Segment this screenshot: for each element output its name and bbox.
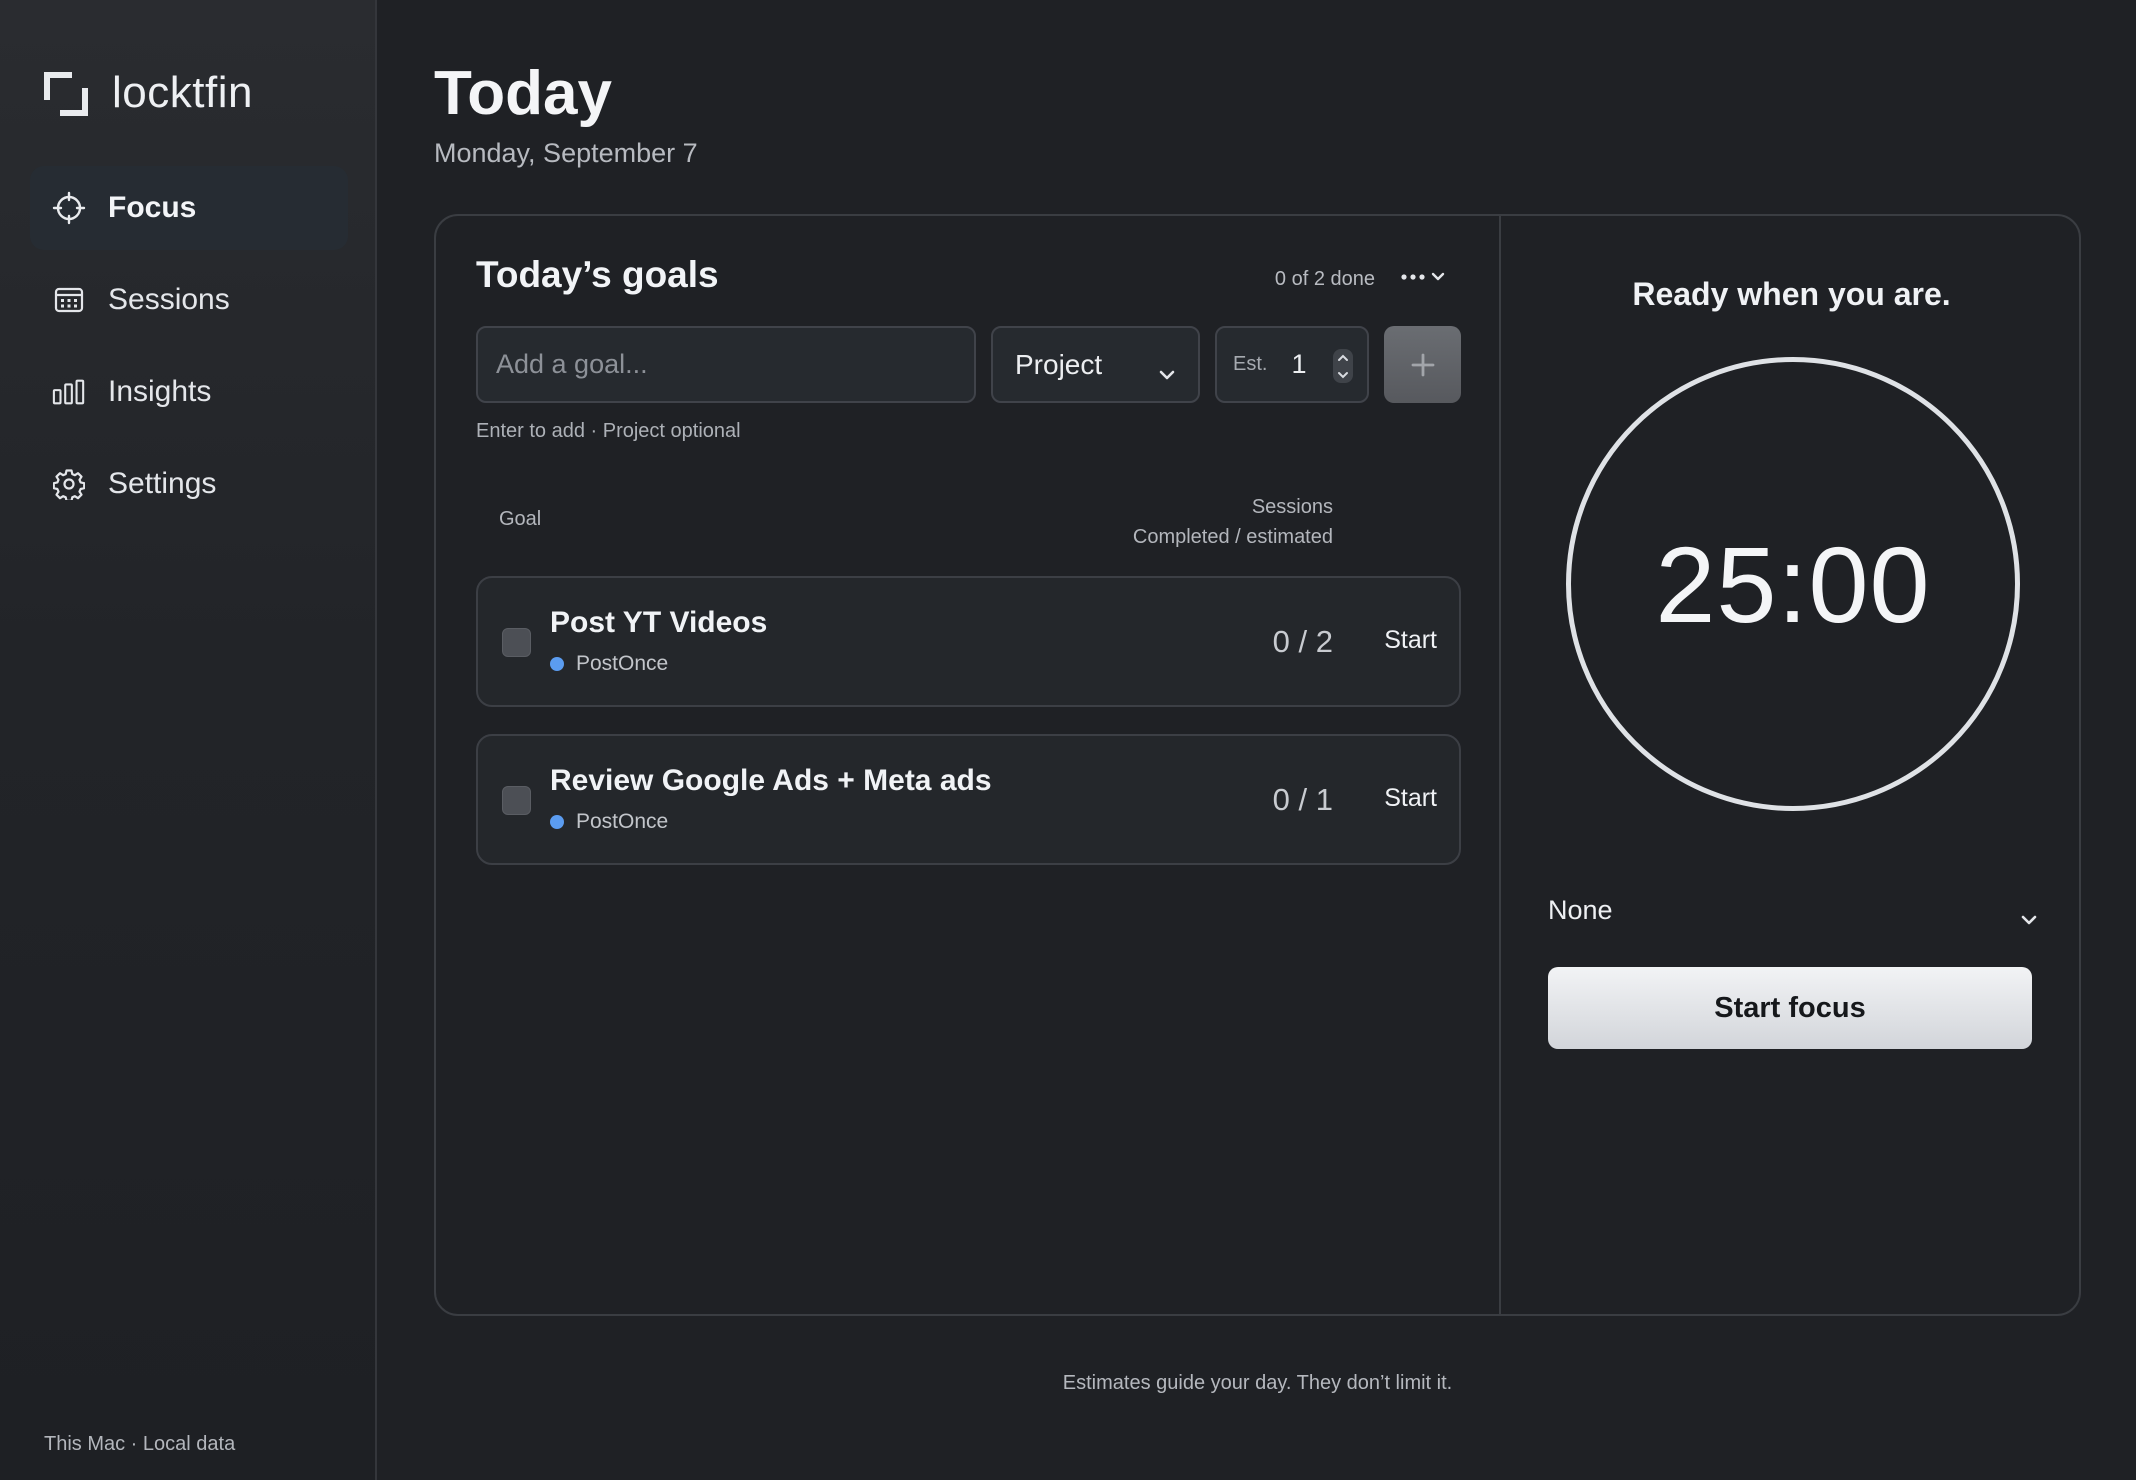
goal-project: PostOnce: [550, 810, 668, 834]
goal-session-count: 0 / 2: [1272, 624, 1333, 659]
timer-display: 25:00: [1655, 523, 1931, 645]
sidebar-item-label: Settings: [108, 467, 217, 500]
chevron-up-icon: [1338, 354, 1348, 361]
column-header-sessions-title: Sessions: [1251, 496, 1333, 518]
add-goal-button[interactable]: [1384, 326, 1461, 403]
goal-name: Post YT Videos: [550, 606, 768, 639]
sidebar: locktfin Focus Sessions Insights Setting…: [0, 0, 377, 1480]
chevron-down-icon: [1158, 356, 1176, 388]
goals-pane: Today’s goals 0 of 2 done Project Est. 1: [436, 216, 1501, 1314]
sidebar-nav: Focus Sessions Insights Settings: [30, 166, 348, 534]
bar-chart-icon: [52, 375, 86, 409]
sidebar-item-focus[interactable]: Focus: [30, 166, 348, 250]
goal-row[interactable]: Post YT Videos PostOnce 0 / 2 Start: [476, 576, 1461, 707]
goal-project-label: PostOnce: [576, 652, 669, 675]
focus-card: Today’s goals 0 of 2 done Project Est. 1: [434, 214, 2081, 1316]
goal-start-button[interactable]: Start: [1384, 626, 1437, 655]
project-color-dot: [550, 815, 564, 829]
calendar-icon: [52, 283, 86, 317]
goal-checkbox[interactable]: [502, 786, 531, 815]
project-select[interactable]: Project: [991, 326, 1200, 403]
timer-project-select[interactable]: None: [1548, 880, 2038, 940]
more-options-button[interactable]: [1399, 262, 1453, 292]
goal-checkbox[interactable]: [502, 628, 531, 657]
done-count: 0 of 2 done: [1274, 268, 1375, 290]
project-color-dot: [550, 657, 564, 671]
main-content: Today Monday, September 7 Today’s goals …: [379, 0, 2136, 1480]
footer-note: Estimates guide your day. They don’t lim…: [1062, 1372, 1453, 1394]
goal-name: Review Google Ads + Meta ads: [550, 764, 992, 797]
column-header-goal: Goal: [499, 508, 542, 530]
app-logo: locktfin: [44, 68, 253, 118]
more-icon: [1401, 272, 1445, 281]
timer-pane: Ready when you are. 25:00 None Start foc…: [1502, 216, 2079, 1314]
chevron-down-icon: [1338, 371, 1348, 378]
goal-row[interactable]: Review Google Ads + Meta ads PostOnce 0 …: [476, 734, 1461, 865]
chevron-down-icon: [2020, 902, 2038, 933]
estimate-value[interactable]: 1: [1291, 349, 1306, 380]
sidebar-footer: This Mac · Local data: [44, 1433, 236, 1455]
plus-icon: [1411, 353, 1434, 376]
input-hint: Enter to add · Project optional: [476, 420, 741, 442]
logo-mark-icon: [44, 70, 90, 116]
goals-title: Today’s goals: [476, 254, 719, 295]
crosshair-icon: [52, 191, 86, 225]
timer-ring: 25:00: [1566, 357, 2020, 811]
estimate-label: Est.: [1233, 353, 1268, 375]
sidebar-item-label: Insights: [108, 375, 212, 408]
column-header-sessions-sub: Completed / estimated: [1132, 526, 1333, 548]
estimate-stepper[interactable]: [1333, 349, 1353, 383]
sidebar-item-sessions[interactable]: Sessions: [30, 258, 348, 342]
column-header-sessions: Sessions Completed / estimated: [1133, 492, 1333, 552]
gear-icon: [52, 467, 86, 501]
project-select-label: Project: [1015, 348, 1103, 380]
app-name: locktfin: [112, 68, 253, 117]
sidebar-item-label: Sessions: [108, 283, 230, 316]
sidebar-item-label: Focus: [108, 191, 197, 224]
page-date: Monday, September 7: [434, 138, 698, 168]
page-title: Today: [434, 59, 612, 128]
goal-project: PostOnce: [550, 652, 668, 676]
start-focus-button[interactable]: Start focus: [1548, 967, 2032, 1049]
goal-start-button[interactable]: Start: [1384, 784, 1437, 813]
goal-project-label: PostOnce: [576, 810, 669, 833]
timer-project-value: None: [1548, 894, 1613, 925]
sidebar-item-settings[interactable]: Settings: [30, 442, 348, 526]
goal-input[interactable]: [476, 326, 976, 403]
estimate-field[interactable]: Est. 1: [1215, 326, 1369, 403]
ready-message: Ready when you are.: [1632, 276, 1951, 312]
goal-session-count: 0 / 1: [1272, 782, 1333, 817]
sidebar-item-insights[interactable]: Insights: [30, 350, 348, 434]
